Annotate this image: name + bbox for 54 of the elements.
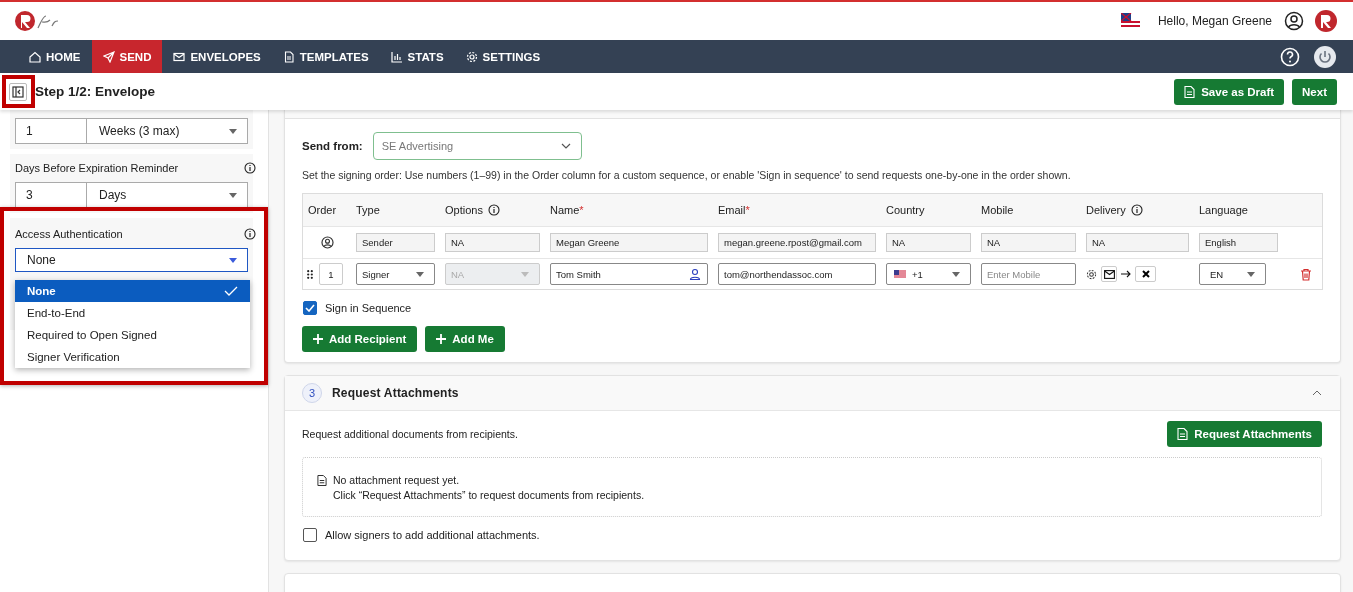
field-label: Days Before Expiration Reminder	[15, 162, 179, 174]
readonly-field: Sender	[356, 233, 435, 252]
nav-tab[interactable]: STATS	[379, 40, 455, 73]
step-number: 3	[302, 383, 322, 403]
nav-tab[interactable]: ENVELOPES	[162, 40, 272, 73]
add-button[interactable]: Add Recipient	[302, 326, 418, 352]
access-select[interactable]: None	[15, 248, 248, 272]
empty-hint: Click “Request Attachments” to request documents from recipients.	[332, 489, 646, 501]
column-header: Name*	[550, 204, 584, 216]
field-label: Send from:	[302, 140, 363, 152]
dropdown-option[interactable]: None	[15, 280, 250, 302]
column-header: Options	[445, 204, 483, 216]
readonly-field: Megan Greene	[550, 233, 708, 252]
email-field[interactable]: tom@northendassoc.com	[718, 263, 876, 285]
step-button[interactable]: Next	[1292, 78, 1337, 105]
column-header: Email*	[718, 204, 750, 216]
readonly-field: English	[1199, 233, 1278, 252]
dropdown-option[interactable]: End-to-End	[15, 302, 250, 324]
name-field[interactable]: Tom Smith	[550, 263, 708, 285]
checkbox-label: Sign in Sequence	[325, 302, 412, 314]
step-title: Step 1/2: Envelope	[35, 84, 156, 99]
country-select[interactable]: +1	[886, 263, 971, 285]
readonly-field: NA	[886, 233, 971, 252]
send-from-select[interactable]: SE Advertising	[372, 132, 582, 160]
readonly-field: NA	[445, 233, 540, 252]
field-label: Access Authentication	[15, 228, 123, 240]
column-header: Type	[356, 204, 380, 216]
column-header: Order	[308, 204, 337, 216]
type-select[interactable]: Signer	[356, 263, 435, 285]
nav-tab[interactable]: HOME	[18, 40, 92, 73]
add-button[interactable]: Add Me	[425, 326, 505, 352]
empty-title: No attachment request yet.	[333, 474, 460, 486]
column-header: Delivery	[1086, 204, 1126, 216]
mobile-field[interactable]: Enter Mobile	[981, 263, 1076, 285]
step-button[interactable]: Save as Draft	[1174, 78, 1285, 105]
order-field[interactable]: 1	[319, 263, 343, 285]
card-title: Request Attachments	[332, 386, 459, 400]
user-greeting: Hello, Megan Greene	[1157, 14, 1272, 28]
hint-text: Set the signing order: Use numbers (1–99) in the Order column for a custom sequence, or enable 'Sign in sequence' to send requests one-by-one in the order shown.	[302, 169, 1072, 181]
readonly-field: NA	[1086, 233, 1189, 252]
nav-tab[interactable]: SETTINGS	[454, 40, 552, 73]
nav-tab[interactable]: TEMPLATES	[271, 40, 380, 73]
nav-tab[interactable]: SEND	[91, 40, 163, 73]
column-header: Country	[886, 204, 925, 216]
readonly-field: NA	[981, 233, 1076, 252]
intro-text: Request additional documents from recipients.	[302, 428, 518, 440]
readonly-field: megan.greene.rpost@gmail.com	[718, 233, 876, 252]
column-header: Language	[1199, 204, 1248, 216]
dropdown-option[interactable]: Signer Verification	[15, 346, 250, 368]
column-header: Mobile	[981, 204, 1014, 216]
language-select[interactable]: EN	[1199, 263, 1266, 285]
checkbox-label: Allow signers to add additional attachments.	[325, 529, 540, 541]
dropdown-option[interactable]: Required to Open Signed	[15, 324, 250, 346]
request-attachments-button[interactable]: Request Attachments	[1167, 421, 1322, 447]
